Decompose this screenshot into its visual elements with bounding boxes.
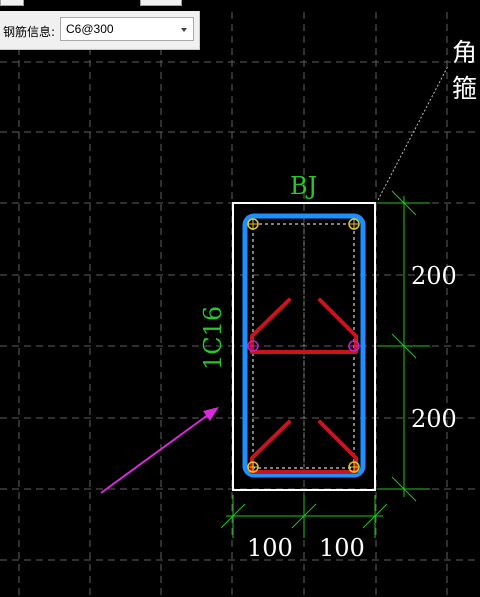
side-note-line2: 箍	[452, 74, 478, 103]
corner-bar-bottom-right[interactable]	[348, 461, 360, 473]
rebar-info-select[interactable]: C6@300	[60, 17, 194, 41]
dim-vertical-top: 200	[411, 262, 457, 290]
bar-label[interactable]: 1C16	[199, 306, 227, 370]
corner-bar-top-left[interactable]	[247, 218, 259, 230]
corner-bar-bottom-left[interactable]	[247, 461, 259, 473]
chevron-down-icon[interactable]	[181, 28, 187, 32]
dim-vertical-bottom: 200	[411, 405, 457, 433]
tab-fragment[interactable]	[0, 0, 24, 6]
dim-horizontal-left: 100	[247, 534, 293, 562]
corner-bar-top-right[interactable]	[348, 218, 360, 230]
tab-fragment[interactable]	[140, 0, 182, 6]
drawing-canvas[interactable]: 200 200 100 100 BJ 1C16	[0, 0, 480, 597]
rebar-info-toolbar: 钢筋信息: C6@300	[0, 11, 200, 50]
dim-horizontal-right: 100	[319, 534, 365, 562]
top-strip	[0, 0, 480, 7]
rebar-info-value: C6@300	[66, 22, 114, 36]
rebar-info-label: 钢筋信息:	[3, 25, 56, 39]
beam-label[interactable]: BJ	[290, 172, 317, 200]
side-note-line1: 角	[452, 38, 478, 67]
